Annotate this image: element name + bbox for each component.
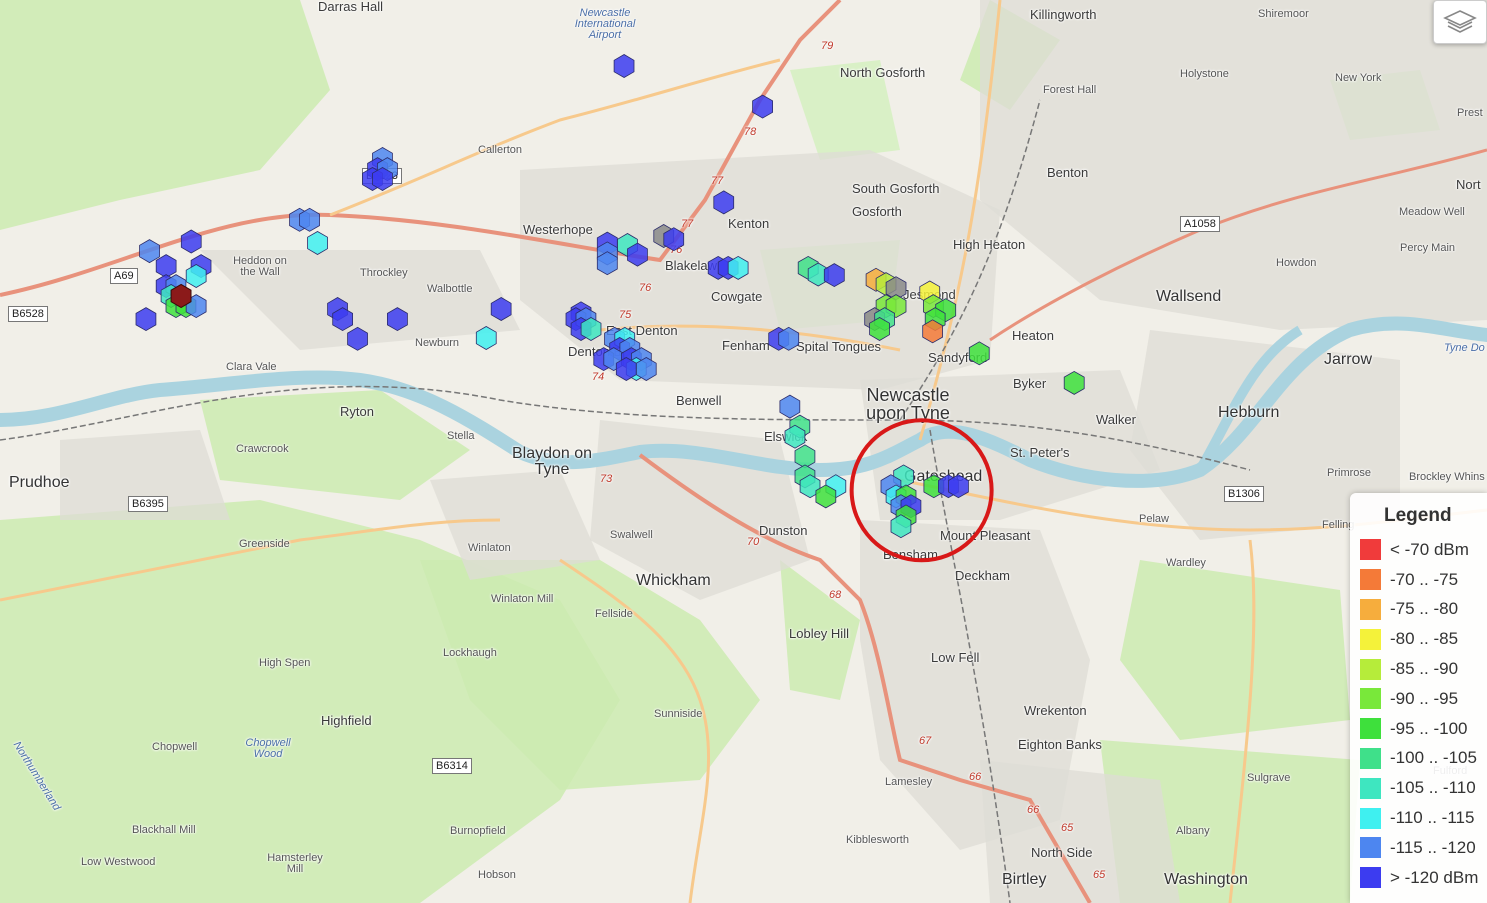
legend-entry: -90 .. -95 bbox=[1360, 684, 1487, 714]
signal-hexagon[interactable] bbox=[490, 297, 512, 321]
signal-hexagon[interactable] bbox=[347, 326, 368, 351]
legend-entry: -85 .. -90 bbox=[1360, 654, 1487, 684]
layers-icon bbox=[1443, 10, 1477, 33]
legend-entry: -80 .. -85 bbox=[1360, 624, 1487, 654]
legend-swatch bbox=[1360, 569, 1381, 591]
legend-label: -115 .. -120 bbox=[1390, 837, 1476, 857]
legend-entry: -70 .. -75 bbox=[1360, 565, 1487, 595]
legend-label: -90 .. -95 bbox=[1390, 688, 1459, 708]
signal-hexagon[interactable] bbox=[387, 307, 408, 332]
map-view[interactable]: Darras Hall Newcastle International Airpo… bbox=[0, 0, 1487, 903]
signal-hexagon-layer bbox=[135, 54, 1085, 563]
legend-label: -100 .. -105 bbox=[1390, 748, 1477, 768]
legend-entry: -115 .. -120 bbox=[1360, 833, 1487, 863]
legend-list: < -70 dBm -70 .. -75 -75 .. -80 -80 .. -85 -… bbox=[1360, 535, 1487, 893]
legend-swatch bbox=[1360, 867, 1381, 889]
legend-entry: -100 .. -105 bbox=[1360, 744, 1487, 774]
legend-label: -110 .. -115 bbox=[1390, 808, 1475, 828]
signal-hexagon[interactable] bbox=[1063, 370, 1085, 395]
legend-swatch bbox=[1360, 747, 1381, 769]
legend-label: > -120 dBm bbox=[1390, 867, 1479, 887]
legend-entry: < -70 dBm bbox=[1360, 535, 1487, 565]
signal-hexagon[interactable] bbox=[752, 94, 773, 119]
legend-entry: > -120 dBm bbox=[1360, 863, 1487, 893]
signal-hexagon[interactable] bbox=[779, 394, 801, 419]
legend-swatch bbox=[1360, 628, 1381, 650]
legend-label: < -70 dBm bbox=[1390, 539, 1469, 559]
signal-hexagon[interactable] bbox=[475, 326, 497, 350]
legend-swatch bbox=[1360, 658, 1381, 680]
legend-swatch bbox=[1360, 837, 1381, 859]
signal-hexagon[interactable] bbox=[307, 231, 328, 255]
legend-swatch bbox=[1360, 688, 1381, 710]
signal-hexagon[interactable] bbox=[135, 307, 157, 332]
legend-entry: -75 .. -80 bbox=[1360, 595, 1487, 625]
signal-hexagon[interactable] bbox=[968, 341, 990, 366]
layers-control-button[interactable] bbox=[1433, 0, 1487, 44]
legend-label: -80 .. -85 bbox=[1390, 629, 1459, 649]
legend-label: -85 .. -90 bbox=[1390, 659, 1459, 679]
signal-hexagon[interactable] bbox=[613, 54, 635, 78]
legend-entry: -95 .. -100 bbox=[1360, 714, 1487, 744]
legend-title: Legend bbox=[1384, 505, 1452, 526]
signal-hexagon[interactable] bbox=[823, 263, 845, 288]
legend-entry: -105 .. -110 bbox=[1360, 773, 1487, 803]
legend-label: -105 .. -110 bbox=[1390, 778, 1476, 798]
legend-label: -75 .. -80 bbox=[1390, 599, 1459, 619]
legend-swatch bbox=[1360, 807, 1381, 829]
legend-swatch bbox=[1360, 718, 1381, 740]
legend-label: -95 .. -100 bbox=[1390, 718, 1468, 738]
legend-label: -70 .. -75 bbox=[1390, 569, 1459, 589]
legend-swatch bbox=[1360, 539, 1381, 561]
signal-hexagon[interactable] bbox=[139, 239, 160, 264]
signal-hexagon[interactable] bbox=[713, 190, 735, 215]
signal-hexagon[interactable] bbox=[155, 254, 177, 279]
legend-entry: -110 .. -115 bbox=[1360, 803, 1487, 833]
legend-swatch bbox=[1360, 598, 1381, 620]
signal-hexagon[interactable] bbox=[794, 444, 816, 469]
highlight-circle bbox=[849, 418, 994, 563]
legend-swatch bbox=[1360, 777, 1381, 799]
signal-hexagon[interactable] bbox=[180, 229, 202, 254]
legend: Legend < -70 dBm -70 .. -75 -75 .. -80 -80 … bbox=[1350, 493, 1487, 903]
